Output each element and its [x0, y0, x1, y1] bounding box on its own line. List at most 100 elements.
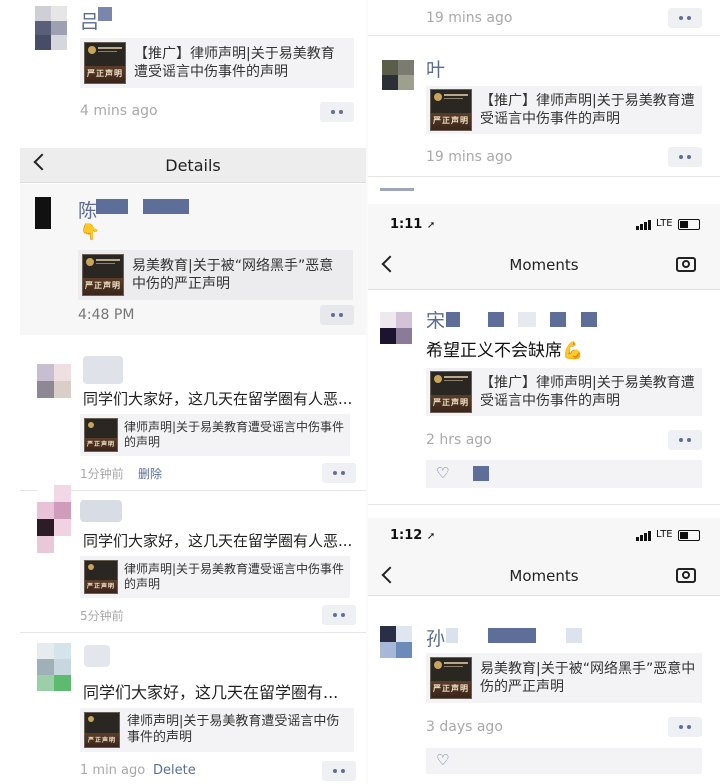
article-title: 【推广】律师声明|关于易美教育遭受谣言中伤事件的声明	[480, 374, 695, 409]
comment-time: 1 min ago	[80, 763, 146, 778]
more-icon[interactable]	[668, 147, 702, 167]
blurred-name	[566, 628, 582, 643]
shared-article-card[interactable]: 严正声明 【推广】律师声明|关于易美教育遭受谣言中伤事件的声明	[426, 368, 702, 416]
blurred-name	[473, 466, 489, 481]
comment-time: 1分钟前	[80, 467, 124, 481]
post-time: 2 hrs ago	[426, 432, 492, 448]
comment-text: 同学们大家好，这几天在留学圈有人恶...	[83, 532, 353, 550]
comment-time: 5分钟前	[80, 609, 124, 623]
blurred-name	[80, 500, 122, 522]
divider	[20, 490, 366, 491]
battery-icon	[678, 219, 700, 230]
moments-title: Moments	[509, 567, 579, 585]
shared-article-card[interactable]: 严正声明 易美教育|关于被“网络黑手”恶意中伤的严正声明	[78, 250, 353, 300]
battery-icon	[678, 530, 700, 541]
shared-article-card[interactable]: 严正声明 易美教育|关于被“网络黑手”恶意中伤的严正声明	[426, 653, 702, 703]
shared-article-card[interactable]: 严正声明 律师声明|关于易美教育遭受谣言中伤事件的声明	[80, 556, 350, 598]
divider	[368, 176, 720, 177]
comment-text: 同学们大家好，这几天在留学圈有...	[83, 683, 339, 702]
camera-icon[interactable]	[676, 257, 696, 272]
blurred-name	[446, 312, 460, 327]
more-icon[interactable]	[668, 717, 702, 737]
details-title: Details	[165, 156, 221, 175]
more-icon[interactable]	[322, 463, 356, 483]
blurred-name	[446, 628, 458, 643]
article-title: 【推广】律师声明|关于易美教育遭受谣言中伤事件的声明	[480, 92, 695, 127]
more-icon[interactable]	[320, 102, 354, 122]
blurred-name	[581, 312, 597, 327]
article-title: 律师声明|关于易美教育遭受谣言中伤事件的声明	[127, 713, 340, 745]
article-title: 律师声明|关于易美教育遭受谣言中伤事件的声明	[124, 562, 345, 591]
blurred-name	[98, 7, 112, 21]
avatar[interactable]	[382, 60, 414, 90]
avatar[interactable]	[380, 312, 412, 344]
avatar[interactable]	[380, 626, 412, 658]
post-time: 19 mins ago	[426, 10, 513, 26]
comment-text: 同学们大家好，这几天在留学圈有人恶...	[83, 390, 353, 408]
user-name[interactable]: 孙	[426, 624, 445, 651]
status-time: 1:11 ➚	[390, 217, 436, 232]
status-time: 1:12 ➚	[390, 528, 436, 543]
delete-link[interactable]: 删除	[138, 465, 162, 482]
heart-icon: ♡	[436, 464, 450, 482]
shared-article-card[interactable]: 严正声明 律师声明|关于易美教育遭受谣言中伤事件的声明	[80, 414, 350, 456]
article-thumbnail: 严正声明	[84, 560, 118, 594]
likes-bar	[426, 748, 702, 774]
post-time: 3 days ago	[426, 719, 503, 735]
blurred-name	[83, 356, 123, 384]
network-label: LTE	[656, 218, 673, 229]
post-time: 4 mins ago	[80, 103, 158, 119]
blurred-name	[550, 312, 566, 327]
blurred-name	[380, 188, 414, 191]
avatar[interactable]	[37, 643, 71, 691]
article-thumbnail: 严正声明	[430, 371, 472, 413]
likes-bar	[426, 460, 702, 488]
user-name[interactable]: 叶	[426, 55, 445, 82]
avatar[interactable]	[35, 197, 51, 229]
user-name[interactable]: 宋	[426, 306, 445, 333]
column-separator	[366, 0, 368, 784]
more-icon[interactable]	[668, 8, 702, 28]
heart-icon: ♡	[436, 751, 450, 769]
network-label: LTE	[656, 529, 673, 540]
user-name[interactable]: 陈	[78, 196, 97, 223]
blurred-name	[96, 199, 128, 214]
divider	[368, 504, 720, 505]
left-column: 吕 严正声明 【推广】律师声明|关于易美教育遭受谣言中伤事件的声明 4 mins…	[0, 0, 368, 784]
shared-article-card[interactable]: 严正声明 【推广】律师声明|关于易美教育遭受谣言中伤事件的声明	[80, 38, 354, 88]
signal-icon	[636, 531, 652, 541]
blurred-name	[488, 628, 536, 643]
right-column: 19 mins ago 叶 严正声明 【推广】律师声明|关于易美教育遭受谣言中伤…	[368, 0, 720, 784]
user-name[interactable]: 吕	[80, 7, 99, 34]
shared-article-card[interactable]: 严正声明 【推广】律师声明|关于易美教育遭受谣言中伤事件的声明	[426, 86, 702, 134]
article-title: 【推广】律师声明|关于易美教育遭受谣言中伤事件的声明	[134, 45, 335, 80]
avatar[interactable]	[37, 364, 71, 398]
more-icon[interactable]	[668, 430, 702, 450]
camera-icon[interactable]	[676, 568, 696, 583]
article-thumbnail: 严正声明	[430, 657, 472, 699]
delete-link[interactable]: Delete	[153, 763, 196, 778]
more-icon[interactable]	[320, 305, 354, 325]
post-time: 4:48 PM	[78, 307, 135, 323]
article-title: 易美教育|关于被“网络黑手”恶意中伤的严正声明	[132, 257, 334, 292]
article-thumbnail: 严正声明	[84, 712, 120, 748]
blurred-name	[518, 312, 536, 327]
avatar[interactable]	[35, 6, 67, 50]
article-title: 易美教育|关于被“网络黑手”恶意中伤的严正声明	[480, 660, 696, 695]
shared-article-card[interactable]: 严正声明 律师声明|关于易美教育遭受谣言中伤事件的声明	[80, 708, 354, 752]
blurred-name	[84, 645, 110, 667]
article-thumbnail: 严正声明	[430, 89, 472, 131]
more-icon[interactable]	[322, 605, 356, 625]
moments-title: Moments	[509, 256, 579, 274]
article-thumbnail: 严正声明	[84, 42, 126, 84]
article-thumbnail: 严正声明	[84, 418, 118, 452]
divider	[20, 632, 366, 633]
signal-icon	[636, 220, 652, 230]
article-thumbnail: 严正声明	[82, 254, 124, 296]
blurred-name	[143, 199, 189, 214]
post-time: 19 mins ago	[426, 149, 513, 165]
post-text: 希望正义不会缺席💪	[426, 341, 584, 361]
blurred-name	[488, 312, 504, 327]
avatar[interactable]	[37, 485, 71, 553]
more-icon[interactable]	[322, 761, 356, 781]
